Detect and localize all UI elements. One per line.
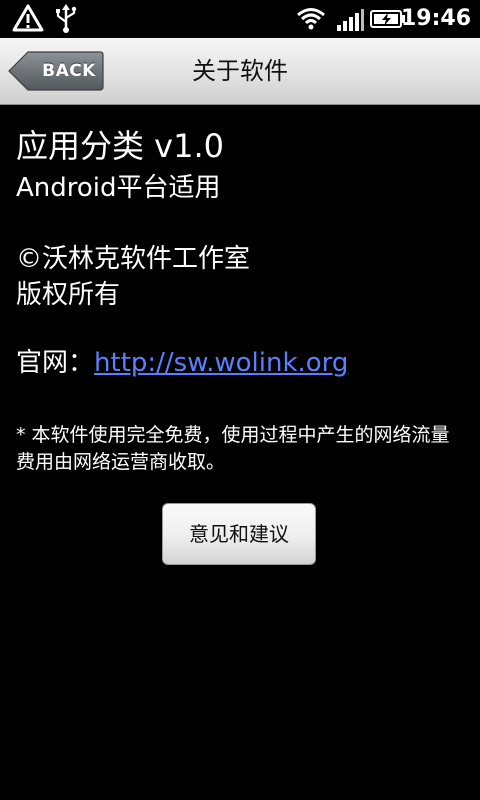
notice-text: * 本软件使用完全免费，使用过程中产生的网络流量费用由网络运营商收取。 bbox=[16, 424, 450, 473]
status-bar: 19:46 bbox=[0, 0, 480, 38]
usb-icon bbox=[54, 4, 78, 38]
website-link[interactable]: http://sw.wolink.org bbox=[94, 348, 348, 378]
warning-icon bbox=[12, 4, 44, 36]
title-bar: BACK 关于软件 bbox=[0, 38, 480, 105]
copyright-text: ©沃林克软件工作室 bbox=[16, 244, 251, 274]
rights-text: 版权所有 bbox=[16, 280, 121, 310]
wifi-icon bbox=[296, 6, 326, 34]
app-name: 应用分类 v1.0 bbox=[16, 127, 225, 165]
back-button[interactable]: BACK bbox=[8, 51, 104, 91]
page-title: 关于软件 bbox=[192, 57, 288, 85]
website-row: 官网：http://sw.wolink.org bbox=[16, 345, 348, 381]
website-label: 官网： bbox=[16, 348, 95, 378]
signal-icon bbox=[336, 8, 364, 36]
status-time: 19:46 bbox=[400, 6, 471, 31]
platform-text: Android平台适用 bbox=[16, 173, 221, 203]
feedback-button[interactable]: 意见和建议 bbox=[162, 503, 316, 565]
back-button-label: BACK bbox=[42, 61, 96, 81]
